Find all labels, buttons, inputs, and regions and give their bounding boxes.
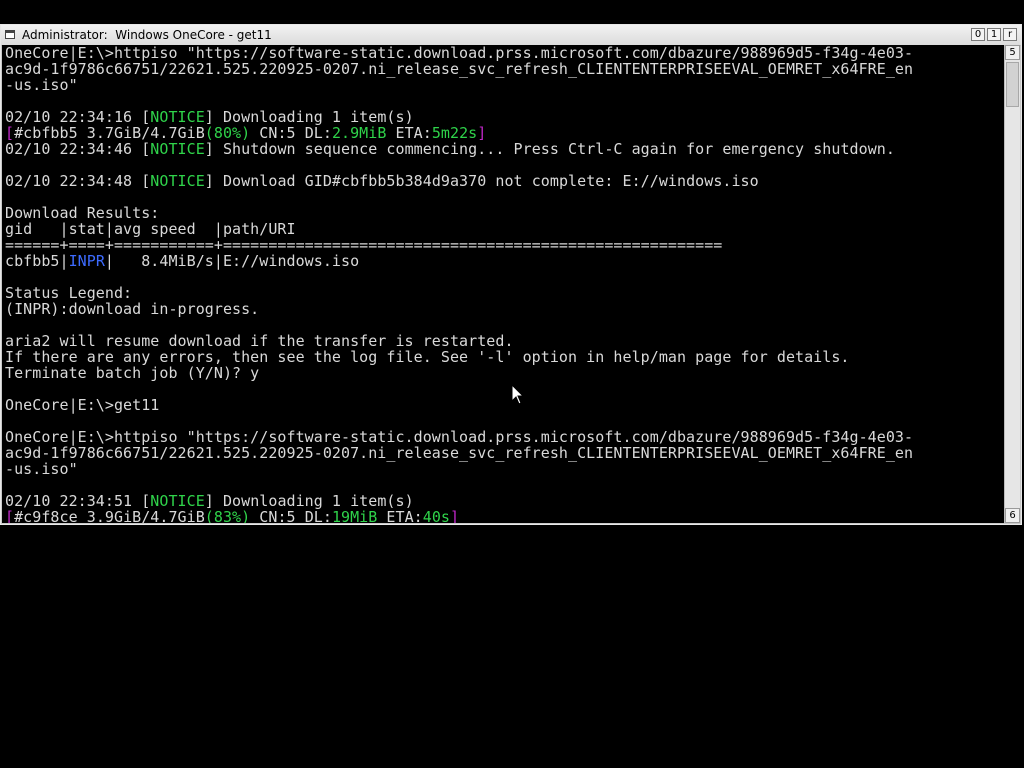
console-line: ac9d-1f9786c66751/22621.525.220925-0207.… (2, 445, 1004, 461)
console-line: cbfbb5|INPR| 8.4MiB/s|E://windows.iso (2, 253, 1004, 269)
console-line: [#cbfbb5 3.7GiB/4.7GiB(80%) CN:5 DL:2.9M… (2, 125, 1004, 141)
console-line: OneCore|E:\>get11 (2, 397, 1004, 413)
console-text-segment: CN:5 DL: (250, 508, 332, 523)
console-line: OneCore|E:\>httpiso "https://software-st… (2, 45, 1004, 61)
console-line: [#c9f8ce 3.9GiB/4.7GiB(83%) CN:5 DL:19Mi… (2, 509, 1004, 523)
console-text-segment: #c9f8ce 3.9GiB/4.7GiB (14, 508, 205, 523)
window-controls: 0 1 r (971, 28, 1017, 41)
scroll-down-button[interactable]: 6 (1005, 508, 1020, 523)
title-bar[interactable]: Administrator: Windows OneCore - get11 0… (1, 25, 1021, 46)
console-text-segment: ETA: (377, 508, 423, 523)
console-text-segment: INPR (68, 252, 105, 270)
console-text-segment: [ (5, 508, 15, 523)
console-line: 02/10 22:34:51 [NOTICE] Downloading 1 it… (2, 493, 1004, 509)
close-button[interactable]: r (1003, 28, 1017, 41)
console-line: gid |stat|avg speed |path/URI (2, 221, 1004, 237)
console-line: aria2 will resume download if the transf… (2, 333, 1004, 349)
console-text-segment: ac9d-1f9786c66751/22621.525.220925-0207.… (5, 444, 914, 462)
mouse-pointer-icon (511, 384, 525, 405)
scroll-thumb[interactable] (1006, 62, 1019, 107)
console-text-segment: 40s (422, 508, 450, 523)
console-text-segment: 02/10 22:34:46 [ (5, 140, 151, 158)
console-text-segment: cbfbb5| (5, 252, 69, 270)
console-text-segment: Terminate batch job (Y/N)? y (5, 364, 260, 382)
vertical-scrollbar[interactable]: 5 6 (1004, 45, 1020, 523)
console-text-segment: OneCore|E:\>get11 (5, 396, 160, 414)
console-line: ac9d-1f9786c66751/22621.525.220925-0207.… (2, 61, 1004, 77)
console-text-segment: NOTICE (150, 140, 205, 158)
console-line: -us.iso" (2, 77, 1004, 93)
console-window-icon[interactable] (5, 30, 15, 39)
desktop: Administrator: Windows OneCore - get11 0… (0, 0, 1024, 768)
console-text-segment: (INPR):download in-progress. (5, 300, 260, 318)
scroll-up-button[interactable]: 5 (1005, 45, 1020, 60)
console-window[interactable]: Administrator: Windows OneCore - get11 0… (0, 24, 1022, 525)
window-title: Administrator: Windows OneCore - get11 (22, 28, 272, 42)
console-line: 02/10 22:34:48 [NOTICE] Download GID#cbf… (2, 173, 1004, 189)
console-text-segment: ] Download GID#cbfbb5b384d9a370 not comp… (204, 172, 759, 190)
console-text-segment: 02/10 22:34:48 [ (5, 172, 151, 190)
console-line: (INPR):download in-progress. (2, 301, 1004, 317)
console-line: Download Results: (2, 205, 1004, 221)
console-output[interactable]: OneCore|E:\>httpiso "https://software-st… (2, 45, 1004, 523)
console-line: Terminate batch job (Y/N)? y (2, 365, 1004, 381)
console-text-segment: (83%) (204, 508, 251, 523)
console-line: 02/10 22:34:16 [NOTICE] Downloading 1 it… (2, 109, 1004, 125)
console-line: Status Legend: (2, 285, 1004, 301)
console-line: OneCore|E:\>httpiso "https://software-st… (2, 429, 1004, 445)
console-text-segment: 19MiB (331, 508, 378, 523)
console-text-segment: ] (450, 508, 460, 523)
console-line: If there are any errors, then see the lo… (2, 349, 1004, 365)
console-line: 02/10 22:34:46 [NOTICE] Shutdown sequenc… (2, 141, 1004, 157)
console-line: ======+====+===========+================… (2, 237, 1004, 253)
console-text-segment: ] Shutdown sequence commencing... Press … (204, 140, 895, 158)
minimize-button[interactable]: 0 (971, 28, 985, 41)
console-text-segment: | 8.4MiB/s|E://windows.iso (104, 252, 360, 270)
console-text-segment: ac9d-1f9786c66751/22621.525.220925-0207.… (5, 60, 914, 78)
console-text-segment: NOTICE (150, 172, 205, 190)
console-line: -us.iso" (2, 461, 1004, 477)
console-text-segment: -us.iso" (5, 460, 78, 478)
console-text-segment: -us.iso" (5, 76, 78, 94)
maximize-button[interactable]: 1 (987, 28, 1001, 41)
